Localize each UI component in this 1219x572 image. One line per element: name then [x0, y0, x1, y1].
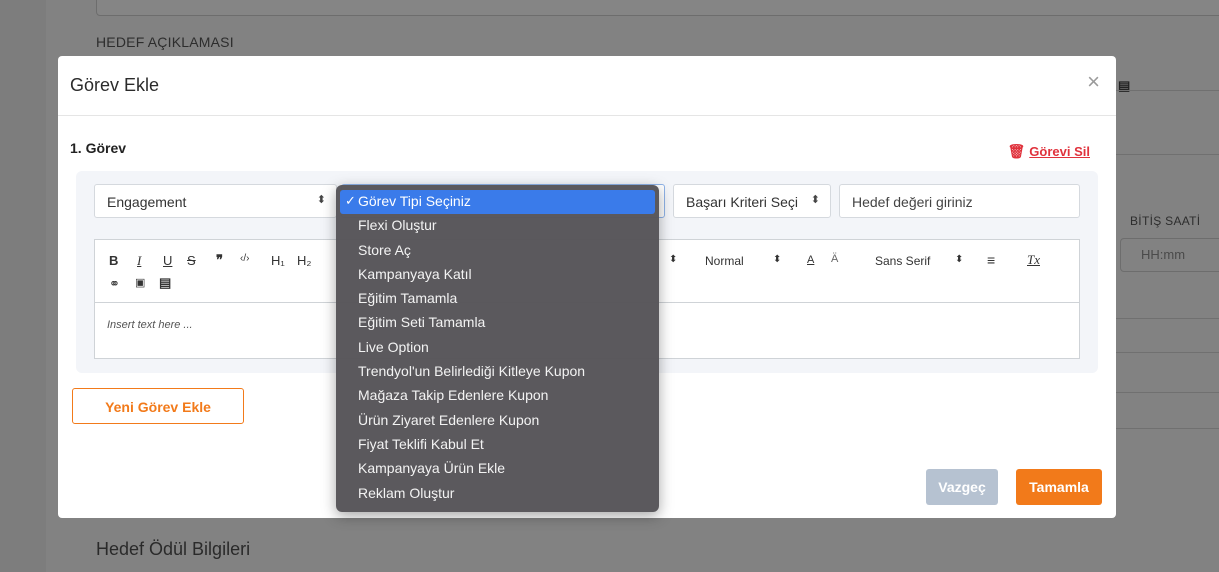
delete-task-label: Görevi Sil: [1029, 144, 1090, 159]
editor-placeholder: Insert text here ...: [107, 319, 193, 331]
strike-button[interactable]: S: [187, 253, 196, 268]
text-color-icon[interactable]: A: [807, 254, 814, 266]
dropdown-option[interactable]: Fiyat Teklifi Kabul Et: [340, 433, 655, 457]
code-button[interactable]: ‹/›: [240, 253, 249, 264]
select-arrows-icon: ⬍: [669, 254, 678, 265]
video-icon[interactable]: ▤: [159, 275, 171, 291]
modal-title: Görev Ekle: [70, 75, 160, 95]
clear-format-icon[interactable]: Tx: [1027, 252, 1040, 268]
size-select[interactable]: Normal: [705, 254, 744, 268]
section-label: HEDEF AÇIKLAMASI: [96, 34, 234, 50]
divider: [1105, 90, 1219, 91]
background-input: [96, 0, 1219, 16]
modal-header: Görev Ekle ×: [58, 56, 1116, 116]
delete-task-button[interactable]: 🗑 Görevi Sil: [1008, 143, 1090, 160]
trash-icon: 🗑: [1007, 143, 1026, 159]
dropdown-option[interactable]: Reklam Oluştur: [340, 482, 655, 506]
select-arrows-icon: ⬍: [955, 254, 964, 265]
divider: [1105, 318, 1219, 319]
dropdown-option[interactable]: Kampanyaya Ürün Ekle: [340, 457, 655, 481]
dropdown-option[interactable]: Mağaza Takip Edenlere Kupon: [340, 384, 655, 408]
dropdown-option[interactable]: Eğitim Seti Tamamla: [340, 311, 655, 335]
bold-button[interactable]: B: [109, 253, 118, 268]
italic-button[interactable]: I: [137, 253, 141, 269]
task-type-dropdown: ✓ Görev Tipi Seçiniz Flexi Oluştur Store…: [336, 185, 659, 512]
divider: [1105, 428, 1219, 429]
close-icon[interactable]: ×: [1087, 71, 1100, 93]
task-title: 1. Görev: [70, 140, 127, 156]
dropdown-option[interactable]: Flexi Oluştur: [340, 214, 655, 238]
underline-button[interactable]: U: [163, 253, 172, 268]
background-color-icon[interactable]: Ä: [831, 253, 838, 265]
font-select[interactable]: Sans Serif: [875, 254, 930, 268]
dropdown-option[interactable]: Ürün Ziyaret Edenlere Kupon: [340, 409, 655, 433]
end-time-input[interactable]: HH:mm: [1120, 238, 1219, 272]
target-value-input[interactable]: Hedef değeri giriniz: [839, 184, 1080, 218]
check-icon: ✓: [345, 193, 356, 208]
success-criteria-value: Başarı Kriteri Seçi: [686, 194, 799, 210]
cancel-button[interactable]: Vazgeç: [926, 469, 998, 505]
page-left-strip: [0, 0, 46, 572]
dropdown-option-label: Görev Tipi Seçiniz: [358, 193, 471, 209]
dropdown-option[interactable]: Eğitim Tamamla: [340, 287, 655, 311]
link-icon[interactable]: ⚭: [109, 276, 120, 292]
select-arrows-icon: ⬍: [316, 194, 326, 206]
reward-title: Hedef Ödül Bilgileri: [96, 539, 251, 559]
end-time-label: BİTİŞ SAATİ: [1130, 214, 1201, 228]
align-icon[interactable]: ≡: [987, 252, 995, 268]
dropdown-option[interactable]: Live Option: [340, 336, 655, 360]
divider: [1105, 392, 1219, 393]
dropdown-option[interactable]: Kampanyaya Katıl: [340, 263, 655, 287]
select-arrows-icon: ⬍: [773, 254, 782, 265]
add-new-task-button[interactable]: Yeni Görev Ekle: [72, 388, 244, 424]
complete-button[interactable]: Tamamla: [1016, 469, 1102, 505]
divider: [1105, 154, 1219, 155]
engagement-select-value: Engagement: [107, 194, 187, 210]
dropdown-option[interactable]: Trendyol'un Belirlediği Kitleye Kupon: [340, 360, 655, 384]
h2-button[interactable]: H₂: [297, 253, 311, 268]
image-icon[interactable]: ▣: [135, 276, 145, 289]
success-criteria-select[interactable]: Başarı Kriteri Seçi ⬍: [673, 184, 831, 218]
h1-button[interactable]: H₁: [271, 253, 285, 268]
engagement-select[interactable]: Engagement ⬍: [94, 184, 337, 218]
quote-button[interactable]: ❞: [216, 252, 223, 268]
select-arrows-icon: ⬍: [810, 194, 820, 206]
divider: [1105, 352, 1219, 353]
dropdown-option-selected[interactable]: ✓ Görev Tipi Seçiniz: [340, 190, 655, 215]
dropdown-option[interactable]: Store Aç: [340, 239, 655, 263]
